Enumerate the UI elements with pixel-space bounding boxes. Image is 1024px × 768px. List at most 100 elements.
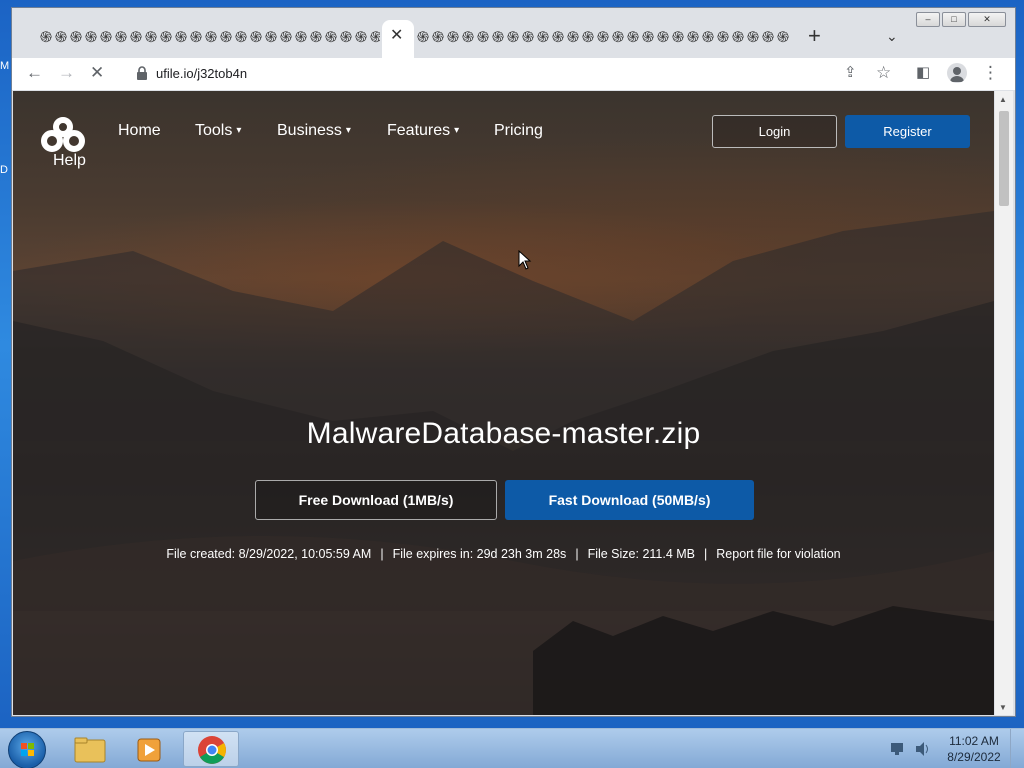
- new-tab-icon[interactable]: +: [808, 25, 821, 47]
- tab-favicon-icon[interactable]: ֍: [580, 27, 595, 47]
- logo-help-caption[interactable]: Help: [53, 152, 86, 170]
- active-tab[interactable]: ✕: [382, 20, 414, 58]
- share-icon[interactable]: ⇪: [844, 63, 857, 83]
- tab-favicon-icon[interactable]: ֍: [460, 27, 475, 47]
- tab-favicon-icon[interactable]: ֍: [173, 27, 188, 47]
- nav-pricing[interactable]: Pricing: [494, 122, 543, 140]
- taskbar-media-player[interactable]: [122, 731, 178, 767]
- back-icon[interactable]: ←: [26, 63, 43, 83]
- tab-favicon-icon[interactable]: ֍: [68, 27, 83, 47]
- tab-search-chevron-icon[interactable]: ⌄: [886, 28, 898, 45]
- tab-favicon-icon[interactable]: ֍: [128, 27, 143, 47]
- page-scrollbar[interactable]: ▲ ▼: [995, 91, 1013, 715]
- maximize-button[interactable]: □: [942, 12, 966, 27]
- nav-home[interactable]: Home: [118, 122, 161, 140]
- nav-tools[interactable]: Tools ▾: [195, 122, 241, 140]
- tab-favicon-icon[interactable]: ֍: [625, 27, 640, 47]
- separator: |: [704, 547, 708, 561]
- volume-icon[interactable]: [916, 742, 928, 756]
- tab-favicon-icon[interactable]: ֍: [278, 27, 293, 47]
- tab-favicon-icon[interactable]: ֍: [83, 27, 98, 47]
- tab-favicon-icon[interactable]: ֍: [98, 27, 113, 47]
- tab-favicon-icon[interactable]: ֍: [445, 27, 460, 47]
- tab-favicon-icon[interactable]: ֍: [323, 27, 338, 47]
- tab-favicon-icon[interactable]: ֍: [248, 27, 263, 47]
- login-button[interactable]: Login: [712, 115, 837, 148]
- tab-favicon-icon[interactable]: ֍: [730, 27, 745, 47]
- tab-favicon-icon[interactable]: ֍: [640, 27, 655, 47]
- url-text[interactable]: ufile.io/j32tob4n: [156, 66, 247, 81]
- fast-download-button[interactable]: Fast Download (50MB/s): [505, 480, 754, 520]
- file-meta-line: File created: 8/29/2022, 10:05:59 AM | Fil…: [13, 547, 994, 561]
- tab-favicon-icon[interactable]: ֍: [430, 27, 445, 47]
- browser-menu-icon[interactable]: ⋮: [982, 63, 999, 83]
- tab-favicon-icon[interactable]: ֍: [535, 27, 550, 47]
- tab-favicon-icon[interactable]: ֍: [715, 27, 730, 47]
- tab-favicon-icon[interactable]: ֍: [475, 27, 490, 47]
- tab-favicon-icon[interactable]: ֍: [595, 27, 610, 47]
- nav-tools-label: Tools: [195, 122, 233, 139]
- tab-favicon-icon[interactable]: ֍: [293, 27, 308, 47]
- scroll-up-arrow-icon[interactable]: ▲: [999, 95, 1007, 104]
- tab-favicon-icon[interactable]: ֍: [490, 27, 505, 47]
- scroll-down-arrow-icon[interactable]: ▼: [999, 703, 1007, 712]
- tab-favicon-icon[interactable]: ֍: [760, 27, 775, 47]
- tab-favicon-icon[interactable]: ֍: [700, 27, 715, 47]
- taskbar-chrome[interactable]: [183, 731, 239, 767]
- register-button[interactable]: Register: [845, 115, 970, 148]
- tab-favicon-icon[interactable]: ֍: [143, 27, 158, 47]
- tab-favicon-icon[interactable]: ֍: [745, 27, 760, 47]
- minimize-button[interactable]: –: [916, 12, 940, 27]
- tab-favicon-icon[interactable]: ֍: [368, 27, 380, 47]
- tab-favicon-icon[interactable]: ֍: [505, 27, 520, 47]
- tab-favicon-icon[interactable]: ֍: [53, 27, 68, 47]
- tab-favicon-icon[interactable]: ֍: [670, 27, 685, 47]
- nav-features[interactable]: Features ▾: [387, 122, 459, 140]
- tab-favicon-icon[interactable]: ֍: [38, 27, 53, 47]
- network-icon[interactable]: [891, 743, 903, 755]
- close-tab-icon[interactable]: ✕: [390, 28, 403, 44]
- address-bar[interactable]: ufile.io/j32tob4n: [122, 60, 882, 88]
- tab-favicon-icon[interactable]: ֍: [520, 27, 535, 47]
- tab-favicon-icon[interactable]: ֍: [263, 27, 278, 47]
- tab-favicon-icon[interactable]: ֍: [203, 27, 218, 47]
- tab-favicon-icon[interactable]: ֍: [233, 27, 248, 47]
- taskbar-explorer[interactable]: [61, 731, 117, 767]
- browser-toolbar: ← → ✕ ufile.io/j32tob4n ⇪ ☆ ◧ ⋮: [12, 58, 1015, 90]
- file-size: File Size: 211.4 MB: [587, 547, 696, 561]
- free-download-button[interactable]: Free Download (1MB/s): [255, 480, 497, 520]
- ufile-logo-icon[interactable]: [39, 117, 87, 153]
- show-desktop-button[interactable]: [1010, 729, 1024, 768]
- tab-favicon-icon[interactable]: ֍: [565, 27, 580, 47]
- tab-favicon-icon[interactable]: ֍: [218, 27, 233, 47]
- tab-favicon-icon[interactable]: ֍: [308, 27, 323, 47]
- tab-favicon-icon[interactable]: ֍: [550, 27, 565, 47]
- side-panel-icon[interactable]: ◧: [916, 63, 930, 83]
- start-button[interactable]: [8, 731, 46, 768]
- file-expires: File expires in: 29d 23h 3m 28s: [392, 547, 567, 561]
- bookmark-star-icon[interactable]: ☆: [876, 63, 891, 83]
- tab-group-right[interactable]: ֍ ֍ ֍ ֍ ֍ ֍ ֍ ֍ ֍ ֍ ֍ ֍ ֍ ֍ ֍ ֍ ֍ ֍ ֍ ֍ ֍ ֍ ֍ ֍ ֍: [415, 27, 789, 49]
- nav-business[interactable]: Business ▾: [277, 122, 351, 140]
- profile-avatar-icon[interactable]: [947, 63, 967, 83]
- close-window-button[interactable]: ✕: [968, 12, 1006, 27]
- tab-favicon-icon[interactable]: ֍: [415, 27, 430, 47]
- stop-loading-icon[interactable]: ✕: [90, 63, 104, 83]
- tab-favicon-icon[interactable]: ֍: [685, 27, 700, 47]
- report-violation-link[interactable]: Report file for violation: [716, 547, 840, 561]
- tab-favicon-icon[interactable]: ֍: [188, 27, 203, 47]
- scroll-thumb[interactable]: [999, 111, 1009, 206]
- taskbar-clock[interactable]: 11:02 AM 8/29/2022: [946, 733, 1002, 765]
- tab-favicon-icon[interactable]: ֍: [655, 27, 670, 47]
- lock-icon[interactable]: [136, 66, 148, 80]
- tab-group-left[interactable]: ֍ ֍ ֍ ֍ ֍ ֍ ֍ ֍ ֍ ֍ ֍ ֍ ֍ ֍ ֍ ֍ ֍ ֍ ֍ ֍ ֍ ֍ ֍: [38, 27, 380, 49]
- tab-favicon-icon[interactable]: ֍: [338, 27, 353, 47]
- tab-strip: ֍ ֍ ֍ ֍ ֍ ֍ ֍ ֍ ֍ ֍ ֍ ֍ ֍ ֍ ֍ ֍ ֍ ֍ ֍ ֍ ֍ ֍ ֍ ✕ ֍ ֍ ֍ ֍ ֍ ֍ ֍ ֍ ֍ ֍ ֍ ֍ ֍ ֍…: [12, 8, 1015, 58]
- tab-favicon-icon[interactable]: ֍: [775, 27, 789, 47]
- site-header: Help Home Tools ▾ Business ▾ Features ▾ Pri…: [13, 91, 994, 181]
- tab-favicon-icon[interactable]: ֍: [113, 27, 128, 47]
- tab-favicon-icon[interactable]: ֍: [158, 27, 173, 47]
- tab-favicon-icon[interactable]: ֍: [353, 27, 368, 47]
- forward-icon[interactable]: →: [58, 63, 75, 83]
- tab-favicon-icon[interactable]: ֍: [610, 27, 625, 47]
